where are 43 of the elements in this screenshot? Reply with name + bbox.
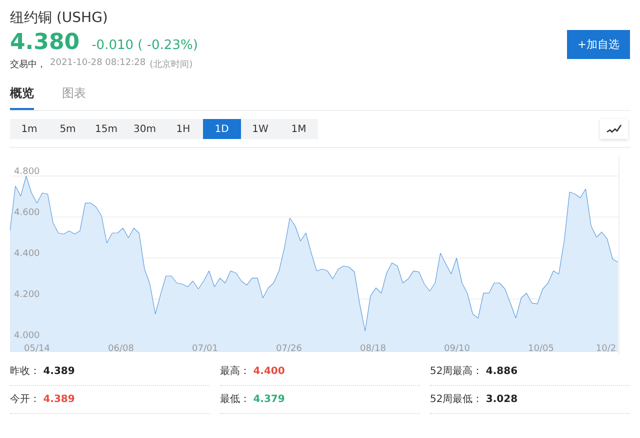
tab[interactable]: 概览 xyxy=(10,85,34,110)
x-axis-label: 07/26 xyxy=(276,344,302,354)
period-button[interactable]: 1D xyxy=(202,119,241,139)
line-chart-icon xyxy=(606,124,622,134)
stat-value: 4.389 xyxy=(43,394,75,405)
y-axis-label: 4.000 xyxy=(14,331,40,341)
x-axis-label: 08/18 xyxy=(360,344,386,354)
stat-label: 52周最低： xyxy=(430,394,483,405)
stat-label: 今开： xyxy=(10,394,40,405)
stat-value: 4.886 xyxy=(486,366,518,377)
period-button[interactable]: 30m xyxy=(126,119,164,139)
price-change: -0.010 ( -0.23%) xyxy=(92,38,198,53)
x-axis-label: 06/08 xyxy=(108,344,134,354)
x-axis-label: 09/10 xyxy=(444,344,470,354)
stat-label: 最高： xyxy=(220,366,250,377)
period-button[interactable]: 15m xyxy=(87,119,126,139)
stat-value: 3.028 xyxy=(486,394,518,405)
stat-label: 昨收： xyxy=(10,366,40,377)
timestamp: 2021-10-28 08:12:28 xyxy=(50,58,146,70)
period-button[interactable]: 1M xyxy=(280,119,318,139)
y-axis-label: 4.600 xyxy=(14,208,40,218)
add-watchlist-button[interactable]: +加自选 xyxy=(567,30,630,59)
period-button[interactable]: 1W xyxy=(241,119,280,139)
period-button[interactable]: 1m xyxy=(10,119,48,139)
period-button[interactable]: 1H xyxy=(164,119,202,139)
stat-label: 最低： xyxy=(220,394,250,405)
y-axis-label: 4.800 xyxy=(14,167,40,177)
stat-value: 4.400 xyxy=(253,366,285,377)
chart-type-button[interactable] xyxy=(600,119,628,139)
stat-value: 4.389 xyxy=(43,366,75,377)
trading-status: 交易中， xyxy=(10,58,46,71)
y-axis-label: 4.400 xyxy=(14,249,40,259)
instrument-title: 纽约铜 (USHG) xyxy=(10,9,109,28)
x-axis-label: 07/01 xyxy=(192,344,218,354)
period-button[interactable]: 5m xyxy=(48,119,87,139)
stat-label: 52周最高： xyxy=(430,366,483,377)
stat-value: 4.379 xyxy=(253,394,285,405)
x-axis-label: 10/05 xyxy=(528,344,554,354)
x-axis-label: 05/14 xyxy=(24,344,50,354)
price: 4.380 xyxy=(10,30,80,56)
y-axis-label: 4.200 xyxy=(14,290,40,300)
x-axis-label: 10/2 xyxy=(596,344,616,354)
timezone: (北京时间) xyxy=(150,58,193,71)
